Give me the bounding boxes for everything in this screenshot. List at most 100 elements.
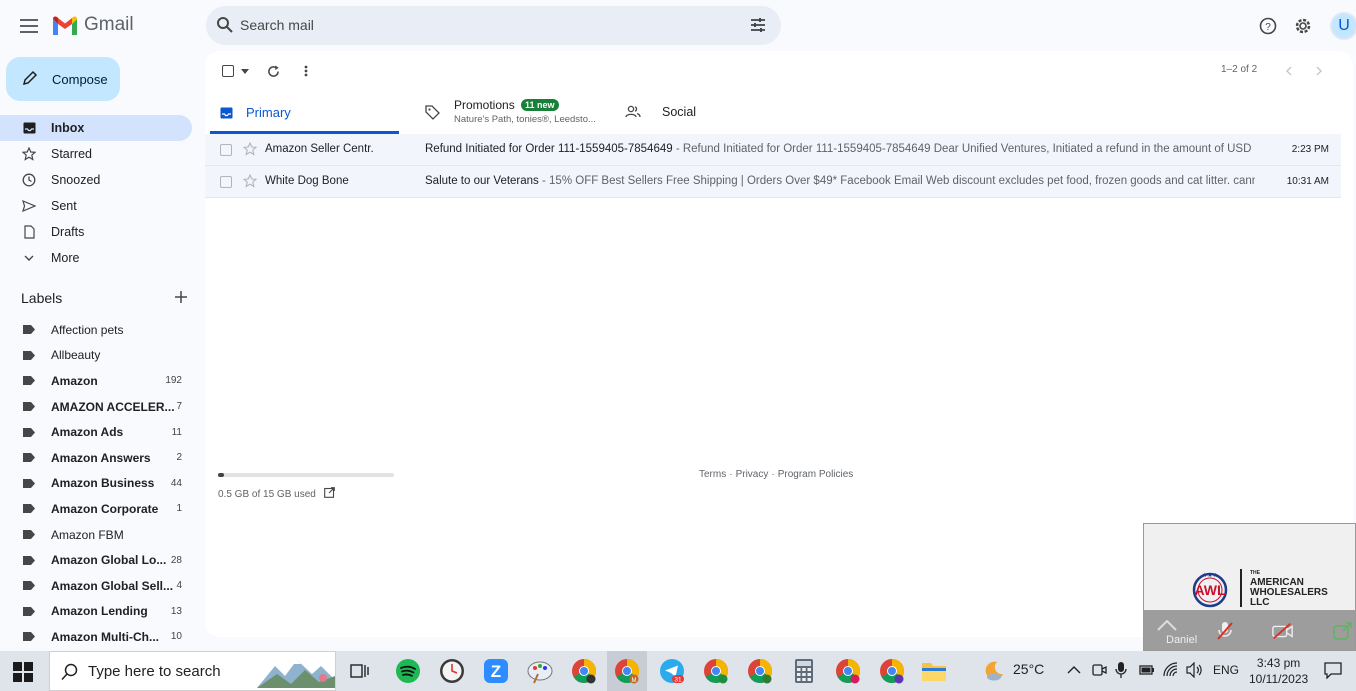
label-item[interactable]: Amazon Lending 13 xyxy=(0,599,200,625)
nav-label: Sent xyxy=(51,199,77,213)
compose-label: Compose xyxy=(52,71,108,87)
email-sender: White Dog Bone xyxy=(265,175,349,187)
search-input[interactable] xyxy=(240,14,720,36)
inbox-icon xyxy=(220,106,233,124)
taskbar-search-box[interactable]: Type here to search xyxy=(49,651,336,691)
label-item[interactable]: Affection pets xyxy=(0,317,200,343)
label-item[interactable]: Amazon Global Sell... 4 xyxy=(0,573,200,599)
label-unread-count: 44 xyxy=(170,477,182,489)
microphone-icon[interactable] xyxy=(1115,661,1127,682)
language-indicator[interactable]: ENG xyxy=(1213,663,1239,677)
chrome-profile-m-icon[interactable]: M xyxy=(607,651,647,691)
label-unread-count: 2 xyxy=(176,452,182,464)
newer-page-icon[interactable] xyxy=(1279,62,1297,80)
spotify-icon[interactable] xyxy=(394,657,422,685)
camera-off-icon[interactable] xyxy=(1272,620,1294,642)
select-dropdown-icon[interactable] xyxy=(236,62,254,80)
company-name: THE AMERICAN WHOLESALERS LLC xyxy=(1250,570,1328,608)
search-icon[interactable] xyxy=(216,16,234,39)
call-controls: Daniel xyxy=(1144,610,1355,650)
task-view-icon[interactable] xyxy=(346,657,374,685)
top-bar: Gmail ? U xyxy=(0,0,1356,52)
label-item[interactable]: Amazon Ads 11 xyxy=(0,419,200,445)
refresh-icon[interactable] xyxy=(264,62,282,80)
volume-icon[interactable] xyxy=(1186,661,1204,681)
mic-muted-icon[interactable] xyxy=(1214,620,1236,642)
tag-icon xyxy=(425,105,440,125)
nav-item-snoozed[interactable]: Snoozed xyxy=(0,167,192,193)
program-policies-link[interactable]: Program Policies xyxy=(778,469,854,480)
tray-overflow-icon[interactable] xyxy=(1067,663,1081,678)
email-snippet: - 15% OFF Best Sellers Free Shipping | O… xyxy=(538,175,1255,187)
label-unread-count: 28 xyxy=(170,554,182,566)
tab-primary[interactable]: Primary xyxy=(210,95,399,134)
gmail-logo[interactable]: Gmail xyxy=(52,14,134,36)
older-page-icon[interactable] xyxy=(1310,62,1328,80)
label-name: Amazon Multi-Ch... xyxy=(51,629,159,644)
calculator-icon[interactable] xyxy=(790,657,818,685)
main-menu-icon[interactable] xyxy=(17,14,41,38)
notifications-icon[interactable] xyxy=(1324,661,1342,682)
tab-social[interactable]: Social xyxy=(620,95,810,134)
compose-button[interactable]: Compose xyxy=(6,57,120,101)
label-item[interactable]: Amazon Corporate 1 xyxy=(0,496,200,522)
label-name: Allbeauty xyxy=(51,348,101,363)
meet-now-icon[interactable] xyxy=(1091,662,1107,681)
tab-promotions[interactable]: Promotions 11 new Nature's Path, tonies®… xyxy=(420,95,610,134)
chrome-profile-s-icon[interactable] xyxy=(834,657,862,685)
label-item[interactable]: Amazon Business 44 xyxy=(0,471,200,497)
email-subject: Refund Initiated for Order 111-1559405-7… xyxy=(425,143,673,155)
select-all-checkbox[interactable] xyxy=(219,62,237,80)
more-options-icon[interactable] xyxy=(297,62,315,80)
email-row[interactable]: Amazon Seller Centr. Refund Initiated for… xyxy=(205,134,1341,166)
clock-app-icon[interactable] xyxy=(438,657,466,685)
search-bar[interactable] xyxy=(206,6,781,45)
wifi-icon[interactable] xyxy=(1163,662,1179,681)
nav-item-drafts[interactable]: Drafts xyxy=(0,219,192,245)
row-checkbox[interactable] xyxy=(220,176,232,188)
paint-app-icon[interactable] xyxy=(526,657,554,685)
file-explorer-icon[interactable] xyxy=(920,657,948,685)
label-item[interactable]: AMAZON ACCELER... 7 xyxy=(0,394,200,420)
open-in-new-icon[interactable] xyxy=(323,487,335,501)
weather-moon-icon[interactable] xyxy=(980,657,1008,685)
system-clock[interactable]: 3:43 pm 10/11/2023 xyxy=(1249,655,1308,687)
search-options-icon[interactable] xyxy=(749,16,767,39)
chrome-profile-r-icon[interactable] xyxy=(878,657,906,685)
nav-item-more[interactable]: More xyxy=(0,245,192,271)
share-icon[interactable] xyxy=(1332,620,1354,642)
expand-up-icon[interactable] xyxy=(1156,614,1178,636)
add-label-icon[interactable] xyxy=(175,290,187,306)
zoom-app-icon[interactable]: Z xyxy=(482,657,510,685)
label-item[interactable]: Amazon FBM xyxy=(0,522,200,548)
weather-temp[interactable]: 25°C xyxy=(1013,661,1044,677)
label-item[interactable]: Amazon Global Lo... 28 xyxy=(0,547,200,573)
label-item[interactable]: Allbeauty xyxy=(0,343,200,369)
label-item[interactable]: Amazon 192 xyxy=(0,368,200,394)
chrome-profile-icon[interactable] xyxy=(570,657,598,685)
email-row[interactable]: White Dog Bone Salute to our Veterans - 1… xyxy=(205,166,1341,198)
video-call-window[interactable]: AWL ★★★ THE AMERICAN WHOLESALERS LLC Dan… xyxy=(1143,523,1356,651)
star-icon[interactable] xyxy=(242,173,258,191)
windows-start-icon[interactable] xyxy=(13,662,33,687)
label-item[interactable]: Amazon Answers 2 xyxy=(0,445,200,471)
telegram-icon[interactable]: 31 xyxy=(658,657,686,685)
nav-item-starred[interactable]: Starred xyxy=(0,141,192,167)
chrome-profile-green-icon[interactable] xyxy=(702,657,730,685)
privacy-link[interactable]: Privacy xyxy=(736,469,769,480)
terms-link[interactable]: Terms xyxy=(699,469,726,480)
nav-item-inbox[interactable]: Inbox xyxy=(0,115,192,141)
star-icon[interactable] xyxy=(242,141,258,159)
account-avatar[interactable]: U xyxy=(1330,12,1356,40)
email-time: 10:31 AM xyxy=(1286,176,1329,187)
settings-gear-icon[interactable] xyxy=(1291,14,1315,38)
company-logo: AWL ★★★ THE AMERICAN WHOLESALERS LLC xyxy=(1186,568,1328,608)
label-item[interactable]: Amazon Multi-Ch... 10 xyxy=(0,624,200,650)
storage-bar xyxy=(218,473,394,477)
help-icon[interactable]: ? xyxy=(1256,14,1280,38)
battery-icon[interactable] xyxy=(1139,664,1155,679)
svg-text:?: ? xyxy=(1265,22,1271,33)
nav-item-sent[interactable]: Sent xyxy=(0,193,192,219)
row-checkbox[interactable] xyxy=(220,144,232,156)
chrome-profile-l-icon[interactable] xyxy=(746,657,774,685)
